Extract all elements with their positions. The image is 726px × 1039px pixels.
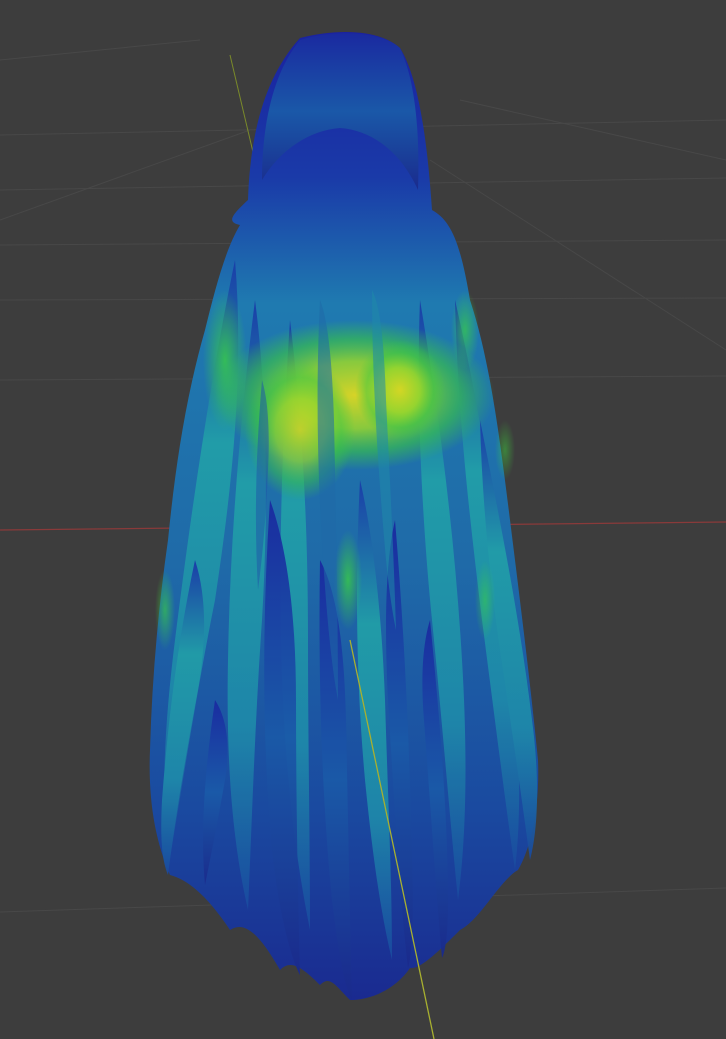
hair-mesh-icon[interactable] — [149, 32, 539, 1001]
viewport-canvas[interactable] — [0, 0, 726, 1039]
3d-viewport[interactable] — [0, 0, 726, 1039]
